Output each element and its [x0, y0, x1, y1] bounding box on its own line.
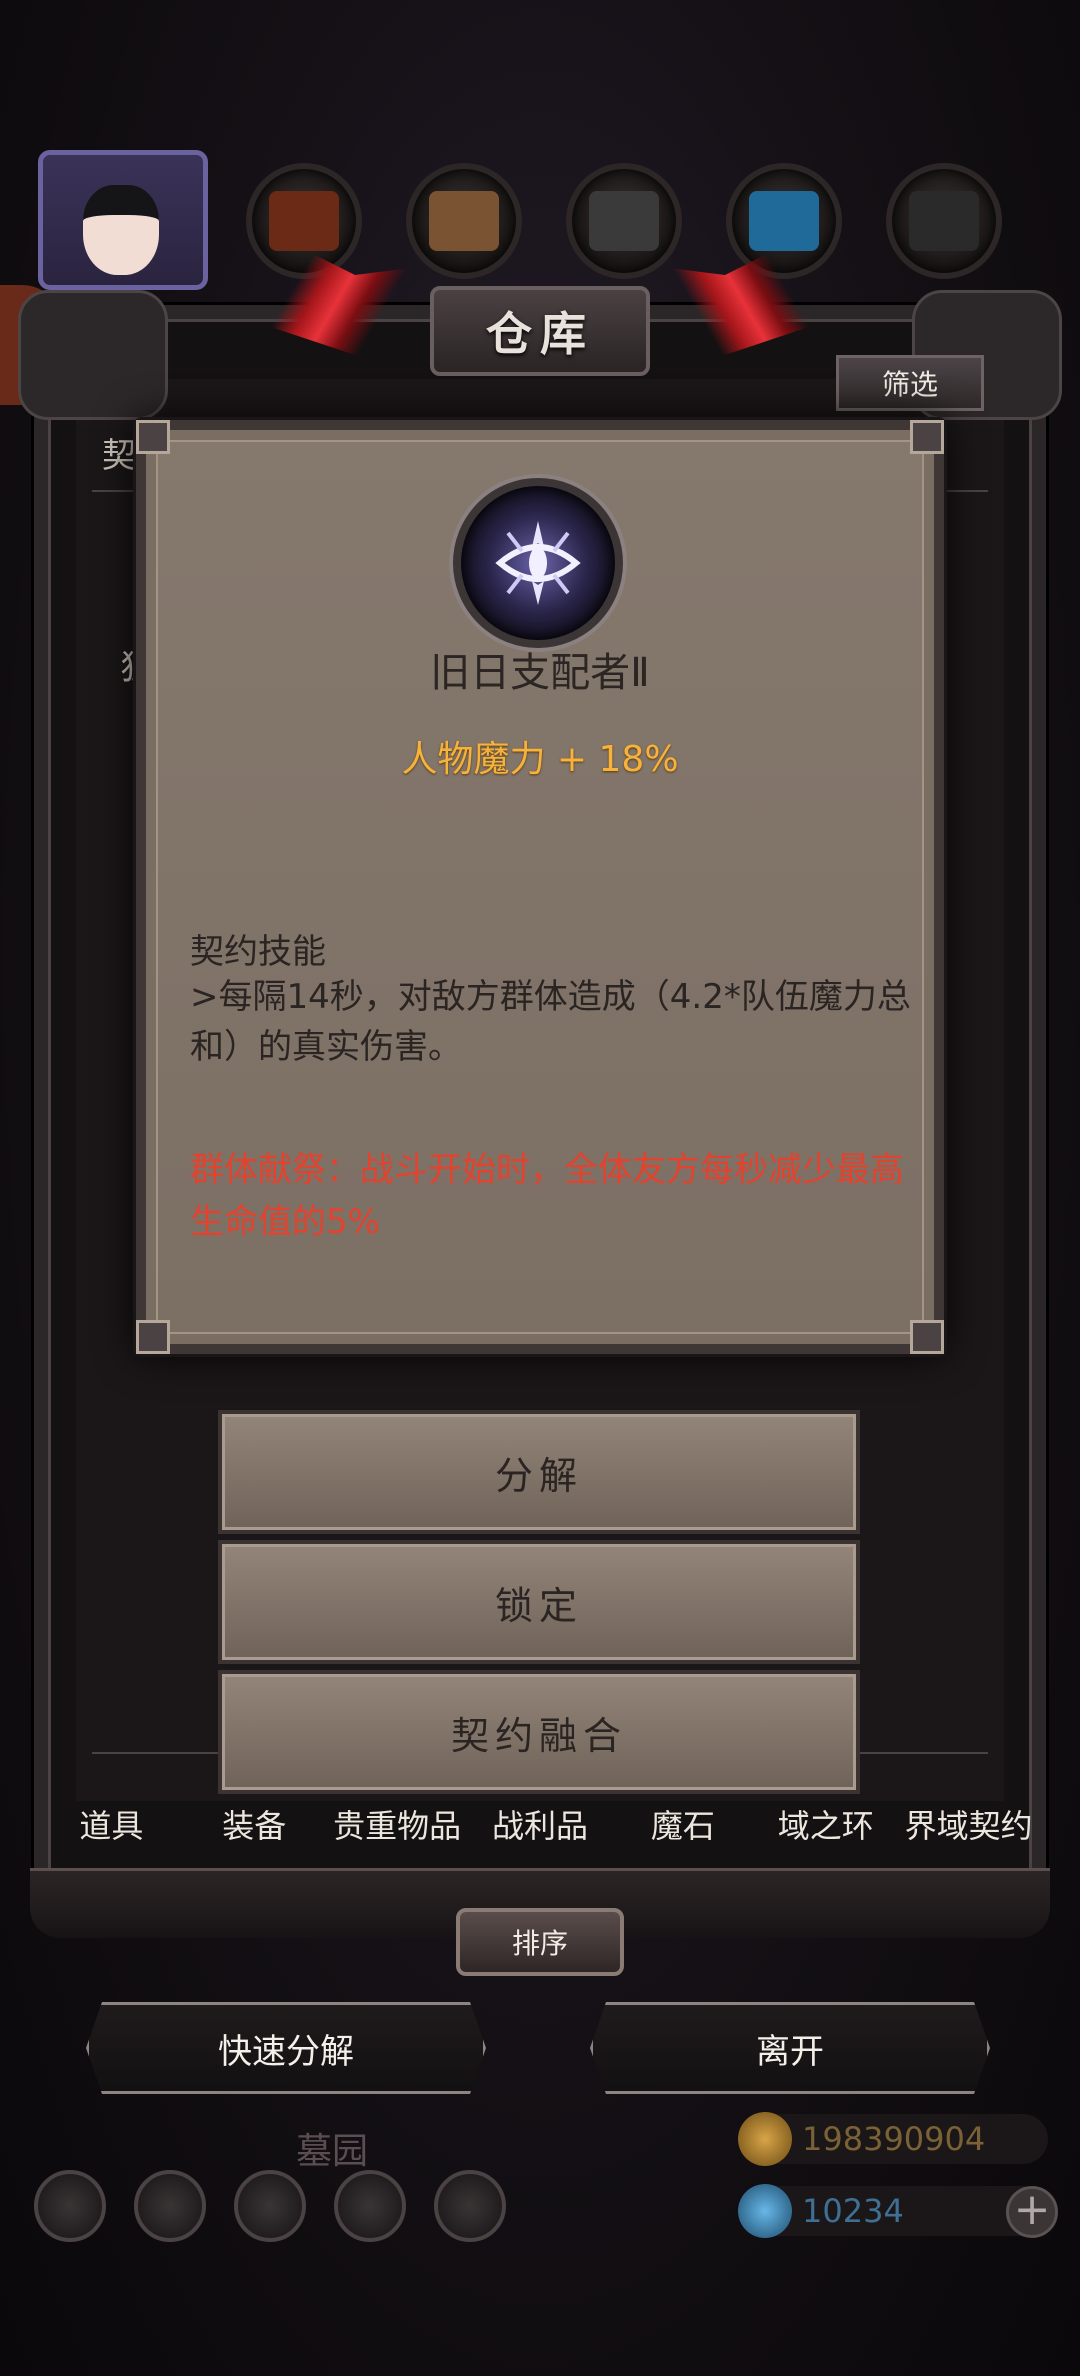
avatar-portrait — [83, 185, 159, 275]
leave-button[interactable]: 离开 — [590, 2002, 990, 2094]
dragon-ornament-left — [18, 290, 168, 420]
settings-icon[interactable] — [34, 2170, 106, 2242]
crystal-icon — [749, 191, 819, 251]
helmet-icon — [269, 191, 339, 251]
equipment-slot-5[interactable] — [886, 163, 1002, 279]
tab-magic-stones[interactable]: 魔石 — [611, 1796, 754, 1856]
equipment-slot-2[interactable] — [406, 163, 522, 279]
gem-icon — [738, 2184, 792, 2238]
frame-corner — [136, 420, 170, 454]
equipment-slot-4[interactable] — [726, 163, 842, 279]
eye-emblem-icon — [453, 478, 623, 648]
sacrifice-warning: 群体献祭：战斗开始时，全体友方每秒减少最高生命值的5% — [190, 1150, 904, 1242]
contract-fusion-button[interactable]: 契约融合 — [218, 1670, 860, 1794]
background-tab-fragment: 契 — [102, 436, 136, 476]
location-label: 墓园 — [296, 2131, 369, 2172]
gift-icon[interactable] — [434, 2170, 506, 2242]
frame-corner — [910, 1320, 944, 1354]
window-title: 仓库 — [430, 286, 650, 376]
skill-title: 契约技能 — [190, 932, 326, 972]
gold-coin-icon — [738, 2112, 792, 2166]
tab-loot[interactable]: 战利品 — [469, 1796, 612, 1856]
rune-icon[interactable] — [234, 2170, 306, 2242]
skill-description: >每隔14秒，对敌方群体造成（4.2*队伍魔力总和）的真实伤害。 — [190, 977, 911, 1067]
item-name: 旧日支配者Ⅱ — [430, 650, 650, 696]
filter-button[interactable]: 筛选 — [836, 355, 984, 411]
gold-display: 198390904 — [738, 2112, 1048, 2166]
tab-realm-contracts[interactable]: 界域契约 — [897, 1796, 1040, 1856]
quick-decompose-button[interactable]: 快速分解 — [86, 2002, 486, 2094]
item-stat-bonus: 人物魔力 + 18% — [401, 739, 679, 780]
category-tabs: 道具 装备 贵重物品 战利品 魔石 域之环 界域契约 — [40, 1796, 1040, 1856]
star-icon[interactable] — [134, 2170, 206, 2242]
tab-valuables[interactable]: 贵重物品 — [326, 1796, 469, 1856]
mail-icon[interactable] — [334, 2170, 406, 2242]
boots-icon — [909, 191, 979, 251]
eye-sigil-icon — [495, 521, 581, 605]
sort-button[interactable]: 排序 — [456, 1908, 624, 1976]
gauntlet-icon — [589, 191, 659, 251]
frame-corner — [910, 420, 944, 454]
gold-amount: 198390904 — [802, 2120, 986, 2158]
decompose-button[interactable]: 分解 — [218, 1410, 860, 1534]
add-currency-icon[interactable]: + — [1006, 2186, 1058, 2238]
equipment-slot-1[interactable] — [246, 163, 362, 279]
frame-corner — [136, 1320, 170, 1354]
lock-button[interactable]: 锁定 — [218, 1540, 860, 1664]
tab-items[interactable]: 道具 — [40, 1796, 183, 1856]
gem-display: 10234 — [738, 2184, 1048, 2238]
tab-equipment[interactable]: 装备 — [183, 1796, 326, 1856]
equipment-slot-3[interactable] — [566, 163, 682, 279]
avatar[interactable] — [38, 150, 208, 290]
tab-domain-rings[interactable]: 域之环 — [754, 1796, 897, 1856]
armor-icon — [429, 191, 499, 251]
gem-amount: 10234 — [802, 2192, 904, 2230]
